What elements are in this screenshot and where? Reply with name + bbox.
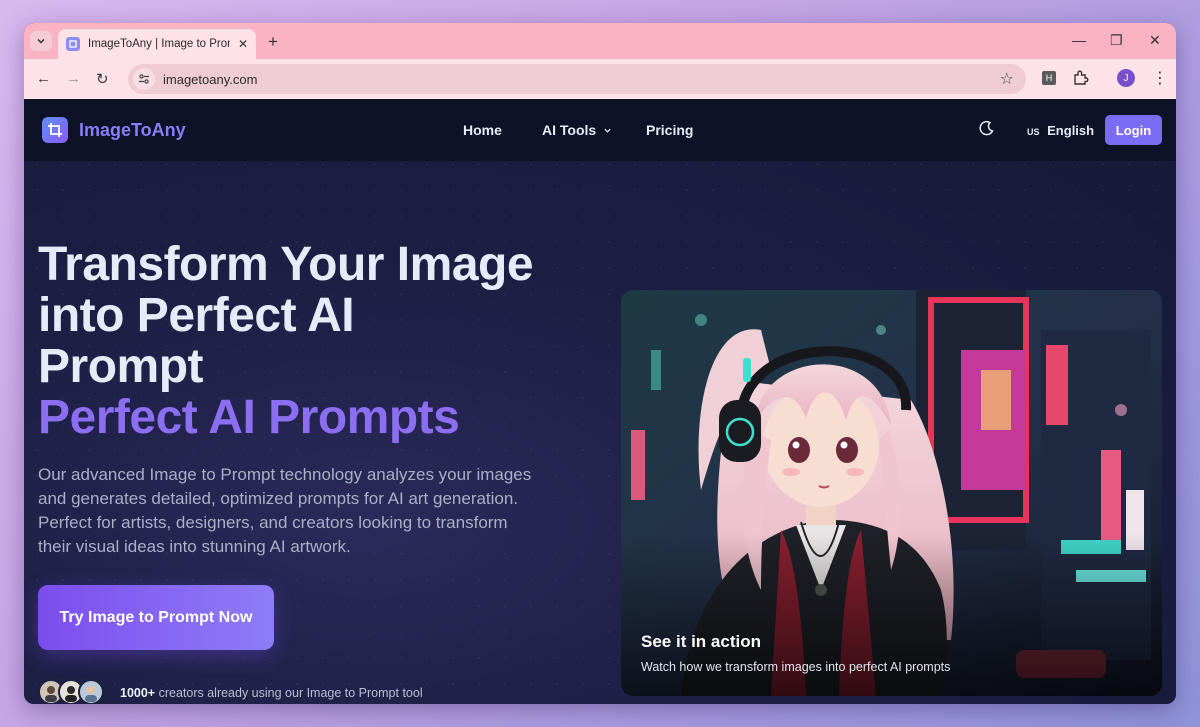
social-proof-label: creators already using our Image to Prom… <box>155 686 423 700</box>
chevron-down-icon <box>37 38 45 44</box>
social-proof-text: 1000+ creators already using our Image t… <box>120 686 423 700</box>
new-tab-icon[interactable]: + <box>268 32 278 52</box>
chevron-down-icon <box>604 128 611 133</box>
back-icon[interactable]: ← <box>36 70 51 87</box>
creator-count: 1000+ <box>120 686 156 700</box>
extension-h-icon[interactable]: H <box>1042 71 1056 85</box>
browser-tab-active[interactable]: ImageToAny | Image to Prompt ✕ <box>58 29 256 59</box>
forward-icon[interactable]: → <box>66 70 81 87</box>
browser-toolbar: ← → ↻ imagetoany.com ☆ H J ⋮ <box>24 59 1176 99</box>
address-bar[interactable]: imagetoany.com ☆ <box>128 64 1026 94</box>
url-text: imagetoany.com <box>163 71 258 87</box>
login-button[interactable]: Login <box>1105 115 1162 145</box>
hero-title-line-2: into Perfect AI <box>38 289 355 342</box>
showcase-title: See it in action <box>641 632 761 651</box>
us-flag-icon: US <box>1027 127 1040 137</box>
logo-text[interactable]: ImageToAny <box>79 120 186 141</box>
hero-title-accent: Perfect AI Prompts <box>38 391 460 444</box>
nav-ai-tools-label: AI Tools <box>542 122 597 138</box>
tab-search-button[interactable] <box>30 31 52 51</box>
hero-title: Transform Your Image into Perfect AI Pro… <box>38 239 598 443</box>
language-label: English <box>1047 123 1095 138</box>
showcase-caption: See it in action Watch how we transform … <box>641 632 950 674</box>
avatar <box>78 679 104 704</box>
profile-avatar[interactable]: J <box>1117 69 1135 87</box>
minimize-icon[interactable]: — <box>1072 32 1086 48</box>
site-info-icon[interactable] <box>133 68 155 90</box>
extensions-puzzle-icon[interactable] <box>1072 69 1090 87</box>
web-page: ImageToAny Home AI Tools Pricing US Engl… <box>24 99 1176 704</box>
tab-title: ImageToAny | Image to Prompt <box>88 38 230 50</box>
language-selector[interactable]: US English <box>1027 123 1094 138</box>
showcase-subtitle: Watch how we transform images into perfe… <box>641 660 951 674</box>
site-navbar: ImageToAny Home AI Tools Pricing US Engl… <box>24 99 1176 161</box>
try-image-to-prompt-button[interactable]: Try Image to Prompt Now <box>38 585 274 650</box>
nav-home[interactable]: Home <box>463 122 502 138</box>
hero-title-line-1: Transform Your Image <box>38 238 534 291</box>
nav-ai-tools[interactable]: AI Tools <box>542 122 612 138</box>
restore-icon[interactable]: ❐ <box>1110 32 1123 49</box>
hero-title-line-3: Prompt <box>38 340 204 393</box>
browser-menu-icon[interactable]: ⋮ <box>1152 68 1168 88</box>
nav-pricing[interactable]: Pricing <box>646 122 693 138</box>
showcase-image-card[interactable]: See it in action Watch how we transform … <box>621 290 1162 696</box>
logo-crop-icon[interactable] <box>42 117 68 143</box>
close-tab-icon[interactable]: ✕ <box>238 37 248 51</box>
browser-window: ImageToAny | Image to Prompt ✕ + — ❐ ✕ ←… <box>24 23 1176 704</box>
reload-icon[interactable]: ↻ <box>96 70 109 88</box>
creator-avatars <box>38 679 104 704</box>
bookmark-star-icon[interactable]: ☆ <box>1000 69 1014 89</box>
tab-strip: ImageToAny | Image to Prompt ✕ + — ❐ ✕ <box>24 23 1176 59</box>
moon-icon[interactable] <box>978 119 996 137</box>
hero-description: Our advanced Image to Prompt technology … <box>38 465 532 556</box>
favicon-icon <box>66 37 80 51</box>
close-window-icon[interactable]: ✕ <box>1149 32 1161 49</box>
